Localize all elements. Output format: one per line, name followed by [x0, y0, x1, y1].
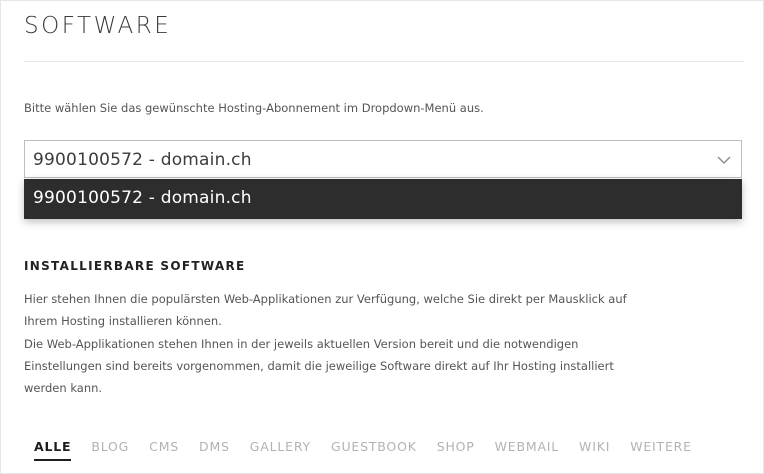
- select-value: 9900100572 - domain.ch: [33, 150, 252, 170]
- category-tabs: ALLE BLOG CMS DMS GALLERY GUESTBOOK SHOP…: [34, 439, 712, 461]
- dropdown-list: 9900100572 - domain.ch: [24, 179, 742, 219]
- tab-weitere[interactable]: WEITERE: [630, 439, 692, 461]
- paragraph-line: werden kann.: [24, 381, 103, 395]
- tab-cms[interactable]: CMS: [149, 439, 179, 461]
- chevron-down-icon[interactable]: [717, 152, 731, 166]
- title-divider: [24, 61, 744, 62]
- section-heading: INSTALLIERBARE SOFTWARE: [24, 259, 246, 273]
- tab-wiki[interactable]: WIKI: [579, 439, 610, 461]
- tab-shop[interactable]: SHOP: [437, 439, 475, 461]
- tab-guestbook[interactable]: GUESTBOOK: [331, 439, 417, 461]
- intro-text: Bitte wählen Sie das gewünschte Hosting-…: [24, 101, 484, 115]
- description-paragraph-2: Die Web-Applikationen stehen Ihnen in de…: [24, 333, 704, 399]
- subscription-select[interactable]: 9900100572 - domain.ch: [24, 140, 742, 178]
- dropdown-option[interactable]: 9900100572 - domain.ch: [33, 188, 252, 208]
- tab-dms[interactable]: DMS: [199, 439, 230, 461]
- paragraph-line: Einstellungen sind bereits vorgenommen, …: [24, 359, 614, 373]
- tab-blog[interactable]: BLOG: [91, 439, 129, 461]
- tab-gallery[interactable]: GALLERY: [250, 439, 311, 461]
- tab-alle[interactable]: ALLE: [34, 439, 72, 461]
- description-paragraph-1: Hier stehen Ihnen die populärsten Web-Ap…: [24, 288, 704, 332]
- page-title: SOFTWARE: [24, 13, 172, 39]
- paragraph-line: Ihrem Hosting installieren können.: [24, 314, 222, 328]
- tab-webmail[interactable]: WEBMAIL: [495, 439, 559, 461]
- paragraph-line: Hier stehen Ihnen die populärsten Web-Ap…: [24, 292, 627, 306]
- paragraph-line: Die Web-Applikationen stehen Ihnen in de…: [24, 337, 579, 351]
